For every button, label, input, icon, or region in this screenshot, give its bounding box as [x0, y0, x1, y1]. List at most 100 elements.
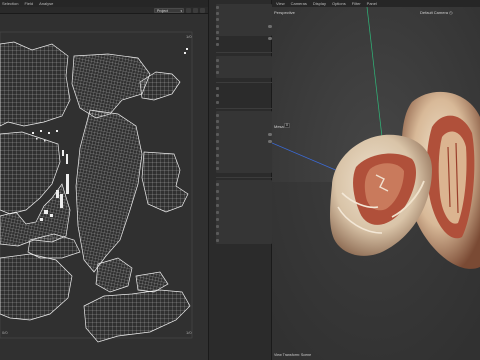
row-icon [216, 217, 219, 221]
row-icon [216, 224, 219, 228]
dropdown-chevron-icon: ▾ [180, 9, 182, 13]
panel-row[interactable] [216, 139, 274, 144]
viewport-menu-panel[interactable]: Panel [367, 1, 377, 6]
panel-row[interactable] [216, 64, 274, 69]
viewport-menu-filter[interactable]: Filter [352, 1, 361, 6]
row-icon [216, 196, 219, 200]
panel-row[interactable] [216, 196, 274, 201]
project-select-value: Project [157, 9, 168, 13]
uv-shell [0, 41, 71, 127]
panel-row[interactable] [216, 182, 274, 187]
panel-separator [216, 82, 272, 83]
uv-editor[interactable]: 1/0 0/0 1/0 [0, 14, 208, 360]
panel-row[interactable] [216, 42, 274, 47]
row-icon [216, 24, 219, 28]
panel-row[interactable] [216, 119, 274, 124]
viewport-menu-view[interactable]: View [276, 1, 285, 6]
viewport-menu-cameras[interactable]: Cameras [291, 1, 307, 6]
uv-corner-top-right: 1/0 [186, 34, 192, 39]
uv-toolbar: Project ▾ [0, 7, 208, 14]
viewport-projection-label: Perspective [274, 10, 295, 15]
panel-separator [216, 108, 272, 109]
row-icon [216, 30, 219, 34]
mesh-value-field[interactable]: 0 [284, 123, 290, 128]
panel-row[interactable] [216, 24, 274, 29]
panel-row[interactable] [216, 224, 274, 229]
row-icon [216, 58, 219, 62]
panel-row[interactable] [216, 113, 274, 118]
panel-row[interactable] [216, 93, 274, 98]
viewport-menubar: View Cameras Display Options Filter Pane… [272, 0, 480, 7]
panel-row[interactable] [216, 189, 274, 194]
viewport-menu-options[interactable]: Options [332, 1, 346, 6]
panel-row[interactable] [216, 146, 274, 151]
uv-tool-icon-3[interactable] [200, 8, 205, 13]
uv-menu-field[interactable]: Field [24, 1, 33, 6]
row-icon [216, 11, 219, 15]
panel-row[interactable] [216, 5, 274, 10]
panel-row[interactable] [216, 166, 274, 171]
panel-row[interactable] [216, 132, 274, 137]
panel-row[interactable] [216, 231, 274, 236]
panel-row[interactable] [216, 217, 274, 222]
panel-row[interactable] [216, 100, 274, 105]
panel-row[interactable] [216, 160, 274, 165]
row-icon [216, 238, 219, 242]
viewport-menu-display[interactable]: Display [313, 1, 326, 6]
panel-separator [216, 52, 272, 53]
row-icon [216, 113, 219, 117]
row-icon [216, 70, 219, 74]
tools-panel [208, 0, 272, 360]
panel-row[interactable] [216, 30, 274, 35]
row-icon [216, 166, 219, 170]
row-icon [216, 153, 219, 157]
row-icon [216, 139, 219, 143]
panel-row[interactable] [216, 238, 274, 243]
row-icon [216, 42, 219, 46]
panel-row[interactable] [216, 58, 274, 63]
row-icon [216, 203, 219, 207]
uv-menubar: Selection Field Analyse [0, 0, 208, 7]
row-icon [216, 119, 219, 123]
uv-tool-icon-2[interactable] [193, 8, 198, 13]
row-icon [216, 125, 219, 129]
3d-viewport[interactable]: Perspective Default Camera ◷ Mesa 0 View… [272, 7, 480, 360]
project-select[interactable]: Project ▾ [154, 8, 184, 13]
row-icon [216, 160, 219, 164]
viewport-canvas[interactable] [272, 7, 480, 360]
row-icon [216, 17, 219, 21]
viewport-camera-label[interactable]: Default Camera ◷ [420, 10, 453, 15]
row-icon [216, 100, 219, 104]
row-icon [216, 210, 219, 214]
camera-icon: ◷ [449, 10, 453, 15]
uv-layout-canvas[interactable] [0, 14, 208, 360]
row-icon [216, 231, 219, 235]
panel-row[interactable] [216, 210, 274, 215]
panel-row[interactable] [216, 11, 274, 16]
uv-menu-selection[interactable]: Selection [2, 1, 18, 6]
uv-corner-bottom-left: 0/0 [2, 330, 8, 335]
row-icon [216, 36, 219, 40]
panel-row[interactable] [216, 125, 274, 130]
row-icon [216, 182, 219, 186]
mesh-label: Mesa [274, 124, 284, 129]
row-icon [216, 189, 219, 193]
row-icon [216, 93, 219, 97]
view-transform-label: View Transform: Scene [274, 353, 312, 357]
panel-row[interactable] [216, 86, 274, 91]
uv-corner-bottom-right: 1/0 [186, 330, 192, 335]
row-icon [216, 5, 219, 9]
row-icon [216, 64, 219, 68]
row-icon [216, 132, 219, 136]
panel-row[interactable] [216, 70, 274, 75]
uv-tool-icon-1[interactable] [186, 8, 191, 13]
panel-row[interactable] [216, 203, 274, 208]
panel-row[interactable] [216, 36, 274, 41]
camera-name: Default Camera [420, 10, 449, 15]
panel-row[interactable] [216, 17, 274, 22]
panel-row[interactable] [216, 153, 274, 158]
uv-menu-analyse[interactable]: Analyse [39, 1, 53, 6]
row-icon [216, 86, 219, 90]
row-icon [216, 146, 219, 150]
panel-separator [216, 177, 272, 178]
